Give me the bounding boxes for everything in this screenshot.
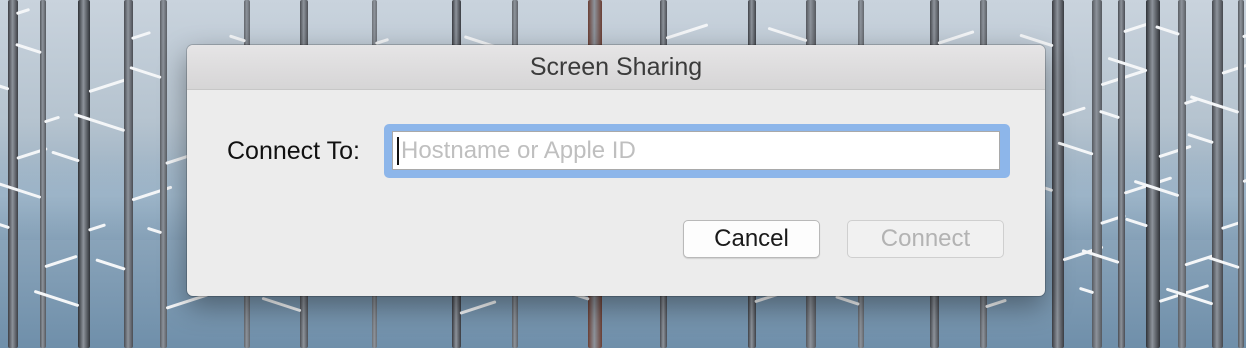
- snow-branch: [129, 65, 162, 80]
- tree-trunk: [1238, 0, 1244, 348]
- snow-branch: [88, 77, 128, 94]
- text-caret: [397, 137, 399, 165]
- dialog-title: Screen Sharing: [529, 52, 703, 81]
- snow-branch: [374, 37, 390, 46]
- tree-trunk: [78, 0, 90, 348]
- snow-branch: [43, 115, 61, 124]
- hostname-input[interactable]: [392, 131, 1000, 170]
- tree-trunk: [1052, 0, 1064, 348]
- snow-branch: [261, 296, 302, 313]
- snow-branch: [767, 26, 808, 43]
- snow-branch: [459, 300, 497, 315]
- connect-button[interactable]: Connect: [847, 220, 1004, 258]
- snow-branch: [835, 295, 860, 306]
- snow-branch: [985, 298, 1007, 309]
- snow-branch: [95, 258, 126, 271]
- tree-trunk: [160, 0, 167, 348]
- connect-to-label: Connect To:: [227, 137, 360, 165]
- snow-branch: [1107, 56, 1148, 73]
- tree-trunk: [124, 0, 133, 348]
- snow-branch: [44, 254, 78, 269]
- tree-trunk: [1146, 0, 1160, 348]
- snow-branch: [1099, 109, 1120, 120]
- snow-branch: [15, 7, 31, 16]
- snow-branch: [15, 42, 42, 55]
- snow-branch: [665, 23, 709, 40]
- snow-branch: [131, 30, 151, 41]
- cancel-button[interactable]: Cancel: [683, 220, 820, 258]
- tree-trunk: [1118, 0, 1125, 348]
- snow-branch: [937, 30, 975, 45]
- dialog-titlebar[interactable]: Screen Sharing: [187, 45, 1045, 90]
- screen-sharing-dialog: Screen Sharing Connect To: Cancel Connec…: [187, 45, 1045, 296]
- tree-trunk: [8, 0, 18, 348]
- snow-branch: [1187, 132, 1214, 145]
- tree-trunk: [1212, 0, 1223, 348]
- tree-trunk: [1092, 0, 1102, 348]
- snow-branch: [1062, 106, 1086, 117]
